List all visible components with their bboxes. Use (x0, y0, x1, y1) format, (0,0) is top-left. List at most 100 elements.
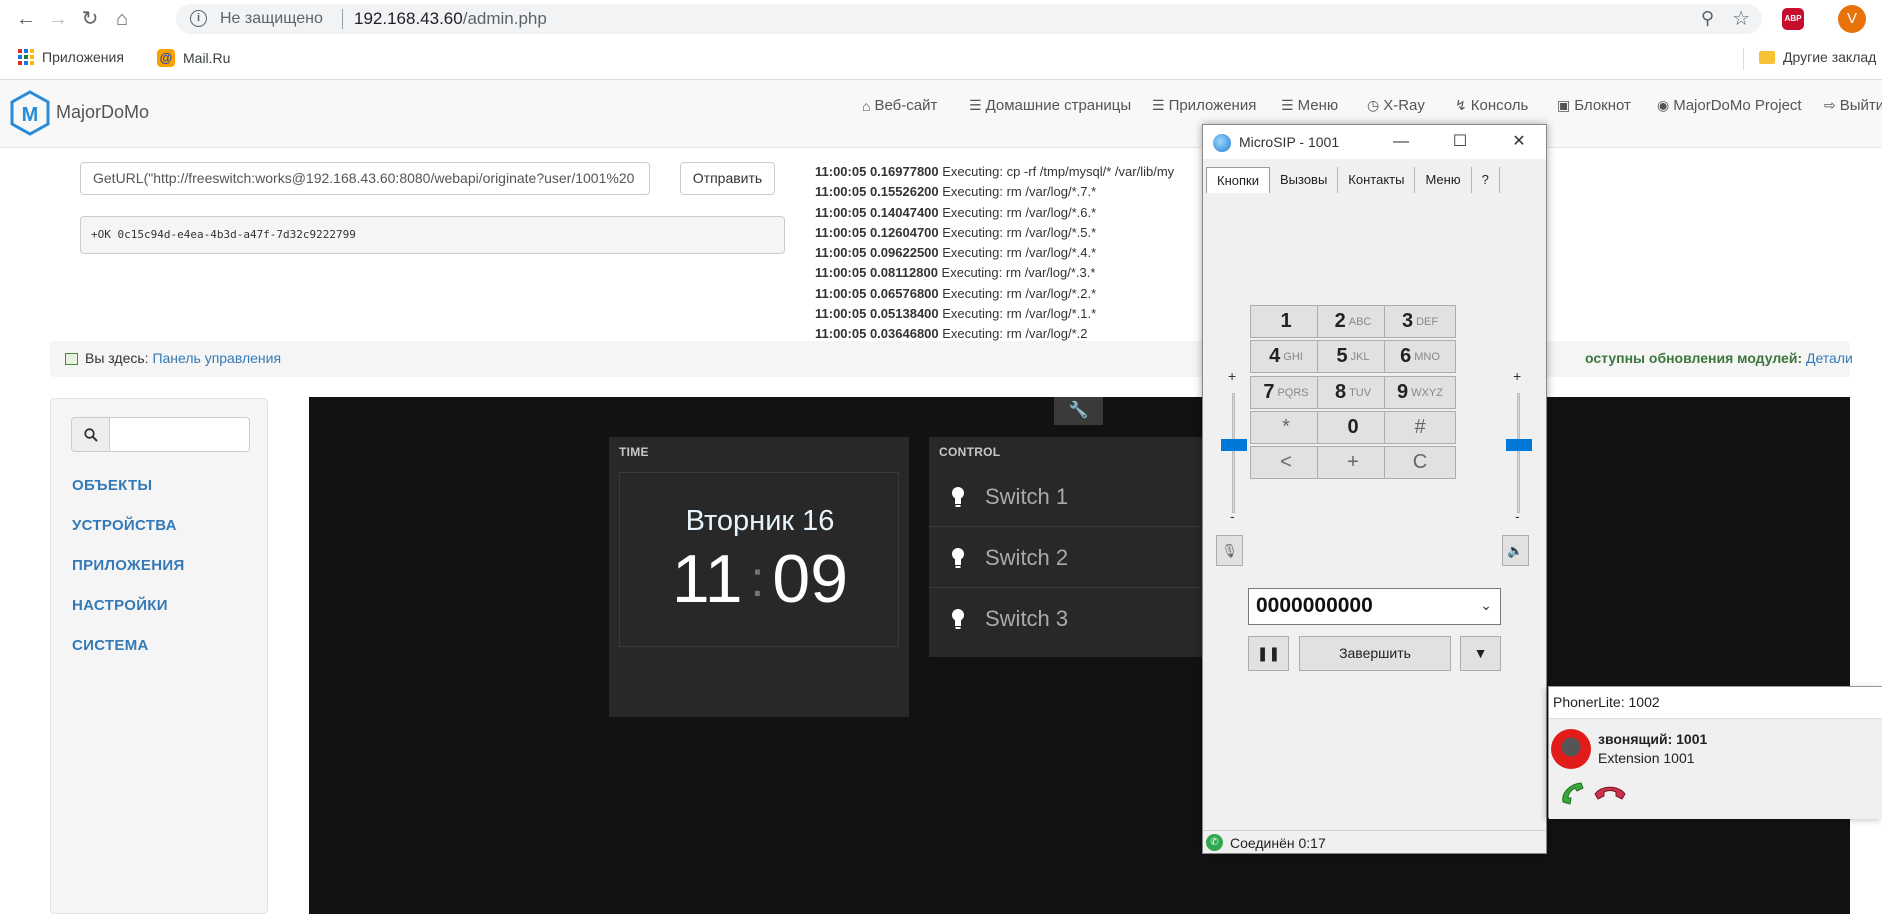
dialpad-key[interactable]: 1 (1250, 305, 1322, 338)
dialpad-key[interactable]: # (1384, 411, 1456, 444)
switch-row-1[interactable]: Switch 1 (929, 467, 1203, 527)
zoom-icon[interactable]: ⚲ (1701, 8, 1714, 29)
dialpad-key[interactable]: C (1384, 446, 1456, 479)
minimize-icon[interactable]: — (1389, 131, 1413, 153)
tab-help[interactable]: ? (1472, 167, 1500, 193)
speaker-volume-slider[interactable] (1506, 439, 1532, 451)
dialpad-key[interactable]: + (1317, 446, 1389, 479)
speaker-volume-track[interactable] (1517, 393, 1520, 513)
reload-icon[interactable]: ↻ (78, 7, 102, 31)
dialpad-key[interactable]: 3 DEF (1384, 305, 1456, 338)
nav-home-pages[interactable]: ☰ Домашние страницы (969, 97, 1131, 114)
apps-grid-icon (18, 49, 34, 65)
tab-calls[interactable]: Вызовы (1270, 167, 1339, 193)
mic-volume-track[interactable] (1232, 393, 1235, 513)
dialpad-key[interactable]: 5 JKL (1317, 340, 1389, 373)
nav-website[interactable]: ⌂ Веб-сайт (862, 97, 937, 114)
log-time: 11:00:05 (815, 184, 867, 200)
adblock-icon[interactable]: ABP (1782, 8, 1804, 30)
dial-number-field[interactable]: 0000000000 ⌄ (1248, 588, 1501, 625)
nav-menu[interactable]: ☰ Меню (1281, 97, 1338, 114)
nav-logout[interactable]: ⇨ Выйти (1824, 97, 1882, 114)
dialpad-key[interactable]: < (1250, 446, 1322, 479)
dialpad-key[interactable]: 0 (1317, 411, 1389, 444)
sidebar-item-settings[interactable]: НАСТРОЙКИ (72, 597, 168, 614)
sidebar-item-objects[interactable]: ОБЪЕКТЫ (72, 477, 152, 494)
nav-console[interactable]: ↯ Консоль (1455, 97, 1528, 114)
sidebar-item-system[interactable]: СИСТЕМА (72, 637, 149, 654)
wrench-icon[interactable]: 🔧 (1054, 397, 1103, 425)
hold-button[interactable]: ❚❚ (1248, 636, 1289, 671)
bookmark-other[interactable]: Другие заклад (1759, 49, 1876, 65)
back-icon[interactable]: ← (14, 7, 38, 31)
dialpad-key[interactable]: * (1250, 411, 1322, 444)
dialpad-key[interactable]: 6 MNO (1384, 340, 1456, 373)
microsip-window: MicroSIP - 1001 — ☐ ✕ Кнопки Вызовы Конт… (1202, 124, 1547, 854)
nav-website-label: Веб-сайт (874, 97, 938, 114)
bookmark-star-icon[interactable]: ☆ (1732, 6, 1750, 31)
dialpad-key[interactable]: 8 TUV (1317, 376, 1389, 409)
microsip-titlebar[interactable]: MicroSIP - 1001 — ☐ ✕ (1203, 125, 1546, 159)
bookmark-other-label: Другие заклад (1783, 49, 1877, 65)
key-digit: 2 (1334, 310, 1346, 332)
phonerlite-title: PhonerLite: 1002 (1553, 694, 1660, 710)
dialpad-key[interactable]: 2 ABC (1317, 305, 1389, 338)
nav-apps[interactable]: ☰ Приложения (1152, 97, 1256, 114)
switch-row-2[interactable]: Switch 2 (929, 528, 1203, 588)
sidebar-item-apps[interactable]: ПРИЛОЖЕНИЯ (72, 557, 185, 574)
dialpad-key[interactable]: 9 WXYZ (1384, 376, 1456, 409)
weekday-date: Вторник 16 (685, 505, 835, 537)
sidebar-item-devices[interactable]: УСТРОЙСТВА (72, 517, 177, 534)
majordomo-logo-icon[interactable]: M (10, 90, 50, 136)
bookmark-apps[interactable]: Приложения (18, 49, 124, 65)
key-digit: 9 (1397, 381, 1409, 403)
updates-notice: оступны обновления модулей: Детали (1585, 350, 1853, 366)
search-icon[interactable] (71, 417, 110, 452)
updates-details-link[interactable]: Детали (1806, 350, 1853, 366)
address-url[interactable]: 192.168.43.60/admin.php (354, 9, 547, 29)
profile-avatar[interactable]: V (1838, 5, 1866, 33)
key-digit: 1 (1280, 310, 1292, 332)
control-panel-title: CONTROL (939, 445, 1001, 459)
log-text: Executing: rm /var/log/*.1.* (942, 306, 1097, 322)
nav-notepad[interactable]: ▣ Блокнот (1557, 97, 1631, 114)
time-widget: Вторник 16 11:09 (619, 472, 899, 647)
maximize-icon[interactable]: ☐ (1448, 131, 1472, 153)
mic-volume-slider[interactable] (1221, 439, 1247, 451)
search-input[interactable] (110, 417, 250, 452)
nav-project[interactable]: ◉ MajorDoMo Project (1657, 97, 1802, 114)
info-icon[interactable]: i (190, 10, 207, 27)
command-input[interactable]: GetURL("http://freeswitch:works@192.168.… (80, 162, 650, 195)
url-path: /admin.php (462, 9, 547, 28)
mute-speaker-icon[interactable]: 🔈 (1502, 535, 1529, 566)
log-text: Executing: rm /var/log/*.3.* (941, 265, 1096, 281)
tab-buttons[interactable]: Кнопки (1206, 167, 1270, 193)
call-options-dropdown[interactable]: ▼ (1460, 636, 1501, 671)
close-icon[interactable]: ✕ (1507, 131, 1531, 153)
accept-call-icon[interactable] (1559, 780, 1587, 806)
home-icon[interactable]: ⌂ (110, 7, 134, 31)
book-icon: ▣ (1557, 97, 1571, 113)
reject-call-icon[interactable] (1593, 780, 1627, 806)
breadcrumb-link[interactable]: Панель управления (152, 350, 281, 366)
send-button[interactable]: Отправить (680, 162, 775, 195)
log-duration: 0.08112800 (869, 265, 938, 281)
tab-menu[interactable]: Меню (1415, 167, 1472, 193)
flash-icon: ↯ (1455, 97, 1467, 113)
hangup-button[interactable]: Завершить (1299, 636, 1451, 671)
key-letters: PQRS (1277, 386, 1309, 399)
nav-xray[interactable]: ◷ X-Ray (1367, 97, 1425, 114)
mute-mic-icon[interactable]: 🎙 (1216, 535, 1243, 566)
key-digit: 0 (1347, 416, 1359, 438)
bookmark-mailru[interactable]: @ Mail.Ru (157, 49, 230, 67)
breadcrumb-prefix: Вы здесь: (85, 350, 149, 366)
address-bar[interactable]: i Не защищено 192.168.43.60/admin.php ⚲ … (176, 4, 1762, 34)
tab-contacts[interactable]: Контакты (1338, 167, 1416, 193)
dialpad-key[interactable]: 7 PQRS (1250, 376, 1322, 409)
chevron-down-icon[interactable]: ⌄ (1480, 597, 1492, 614)
brand-name[interactable]: MajorDoMo (56, 102, 149, 123)
dialpad-key[interactable]: 4 GHI (1250, 340, 1322, 373)
time-panel-title: TIME (619, 445, 649, 459)
forward-icon[interactable]: → (46, 7, 70, 31)
switch-row-3[interactable]: Switch 3 (929, 589, 1203, 649)
